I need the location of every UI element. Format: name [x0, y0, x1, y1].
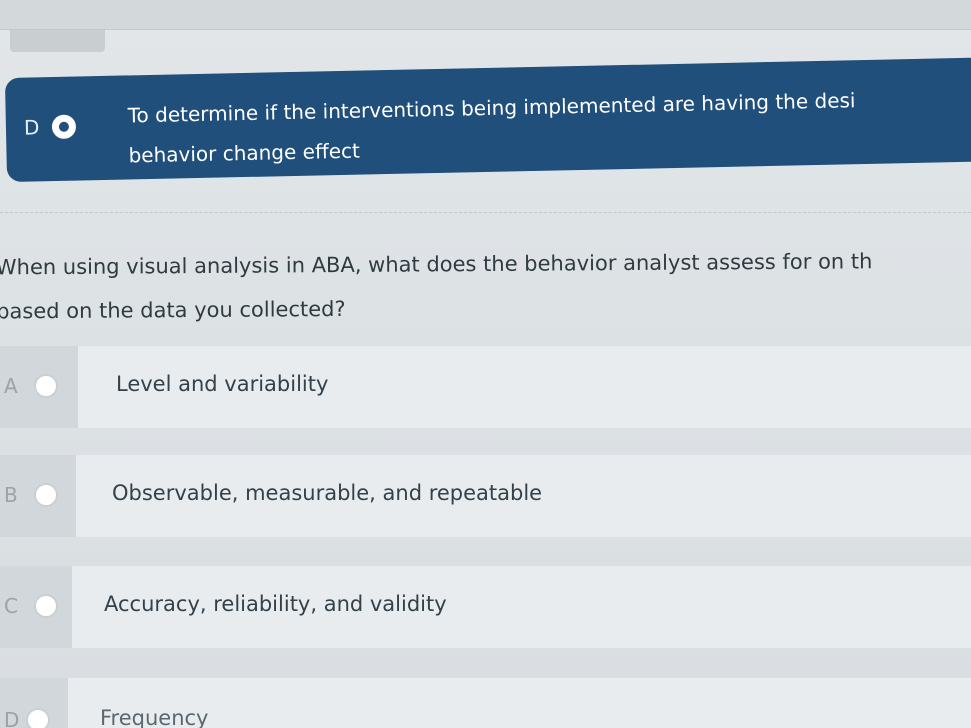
option-letter: D — [23, 115, 40, 140]
option-label: Accuracy, reliability, and validity — [104, 592, 447, 616]
option-text: To determine if the interventions being … — [127, 78, 968, 176]
radio-unchecked-icon[interactable] — [26, 708, 50, 728]
radio-unchecked-icon[interactable] — [34, 483, 58, 507]
quiz-page: D To determine if the interventions bein… — [0, 0, 971, 728]
top-tab — [10, 30, 105, 52]
answer-option-d[interactable]: D Frequency — [0, 678, 971, 728]
top-bar — [0, 0, 971, 30]
option-letter: C — [4, 594, 18, 618]
answer-option-b[interactable]: B Observable, measurable, and repeatable — [0, 455, 971, 537]
divider — [0, 212, 971, 213]
option-letter: B — [4, 483, 18, 507]
radio-unchecked-icon[interactable] — [34, 374, 58, 398]
question-line-2: based on the data you collected? — [0, 296, 346, 324]
question-line-1: When using visual analysis in ABA, what … — [0, 249, 873, 280]
radio-checked-icon[interactable] — [51, 114, 77, 140]
answer-option-c[interactable]: C Accuracy, reliability, and validity — [0, 566, 971, 648]
option-label: Level and variability — [116, 372, 329, 396]
answer-option-a[interactable]: A Level and variability — [0, 346, 971, 428]
option-label: Observable, measurable, and repeatable — [112, 481, 543, 505]
option-letter: D — [4, 708, 20, 728]
radio-unchecked-icon[interactable] — [34, 594, 58, 618]
option-letter: A — [4, 374, 18, 398]
answer-option-d-selected[interactable]: D To determine if the interventions bein… — [4, 57, 971, 182]
radio-dot-icon — [58, 121, 70, 132]
question-text: When using visual analysis in ABA, what … — [0, 239, 971, 334]
option-label: Frequency — [100, 706, 209, 728]
